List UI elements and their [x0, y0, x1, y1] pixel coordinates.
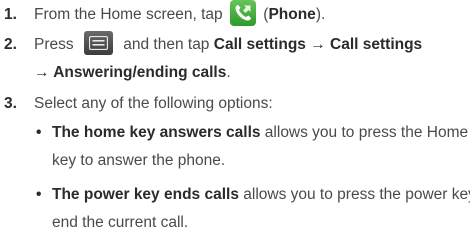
- step-3: 3. Select any of the following options:: [4, 89, 273, 118]
- option-home-key: • The home key answers calls allows you t…: [36, 118, 468, 147]
- phone-app-icon: [229, 0, 256, 26]
- step-2-end: .: [226, 64, 231, 81]
- instruction-page: 1. From the Home screen, tap (Phone). 2. P…: [0, 0, 470, 242]
- step-1-text: From the Home screen, tap: [34, 6, 227, 23]
- option-home-key-desc: allows you to press the Home: [260, 124, 469, 141]
- option-power-key-continuation: end the current call.: [52, 208, 188, 237]
- option-home-key-continuation: key to answer the phone.: [52, 146, 225, 175]
- call-settings-path: Call settings → Call settings: [213, 36, 423, 53]
- step-1-number: 1.: [4, 6, 17, 23]
- option-power-key-desc: allows you to press the power key to: [238, 186, 470, 203]
- step-1-paren-close: ).: [315, 6, 326, 23]
- step-3-number: 3.: [4, 95, 17, 112]
- phone-label: Phone: [268, 6, 316, 23]
- answering-ending-calls-path: → Answering/ending calls: [34, 64, 227, 81]
- option-power-key-desc-2: end the current call.: [52, 214, 189, 231]
- step-2-number: 2.: [4, 36, 17, 53]
- option-power-key-title: The power key ends calls: [52, 186, 239, 203]
- option-home-key-title: The home key answers calls: [52, 124, 261, 141]
- step-2-continuation: → Answering/ending calls.: [34, 58, 231, 87]
- menu-key-icon: [83, 30, 113, 55]
- step-1: 1. From the Home screen, tap (Phone).: [4, 0, 325, 29]
- step-2-text-mid: and then tap: [118, 36, 214, 53]
- step-2-text: Press: [34, 36, 78, 53]
- step-2: 2. Press and then tap Call settings → Cal…: [4, 30, 422, 59]
- bullet: •: [36, 124, 42, 141]
- step-3-text: Select any of the following options:: [34, 95, 273, 112]
- option-home-key-desc-2: key to answer the phone.: [52, 152, 226, 169]
- bullet: •: [36, 186, 42, 203]
- option-power-key: • The power key ends calls allows you to …: [36, 180, 470, 209]
